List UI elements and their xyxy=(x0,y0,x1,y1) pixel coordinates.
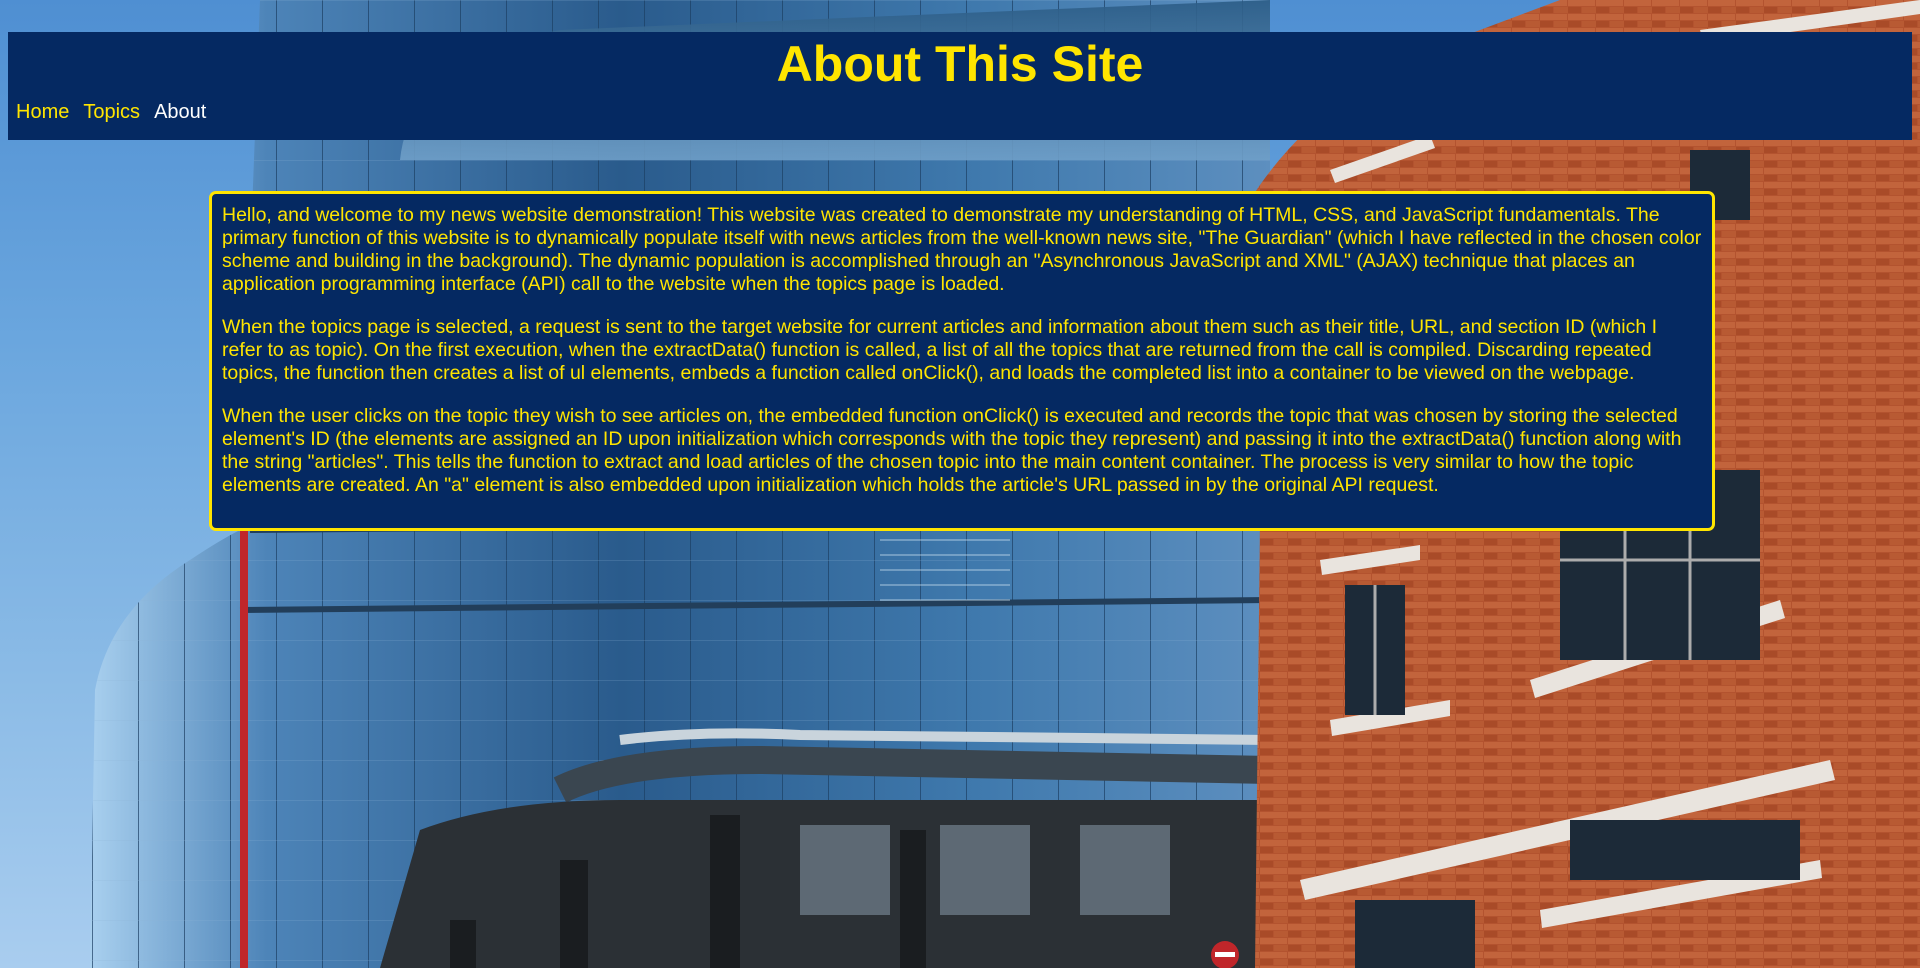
intro-paragraph: Hello, and welcome to my news website de… xyxy=(222,204,1702,295)
topic-click-paragraph: When the user clicks on the topic they w… xyxy=(222,405,1682,496)
main-nav: Home Topics About xyxy=(16,100,206,124)
about-content-panel: Hello, and welcome to my news website de… xyxy=(209,191,1715,531)
site-header: About This Site Home Topics About xyxy=(8,32,1912,140)
nav-link-about[interactable]: About xyxy=(154,100,206,124)
topics-request-paragraph: When the topics page is selected, a requ… xyxy=(222,316,1658,384)
nav-link-home[interactable]: Home xyxy=(16,100,69,124)
nav-link-topics[interactable]: Topics xyxy=(83,100,140,124)
page-title: About This Site xyxy=(776,36,1144,92)
